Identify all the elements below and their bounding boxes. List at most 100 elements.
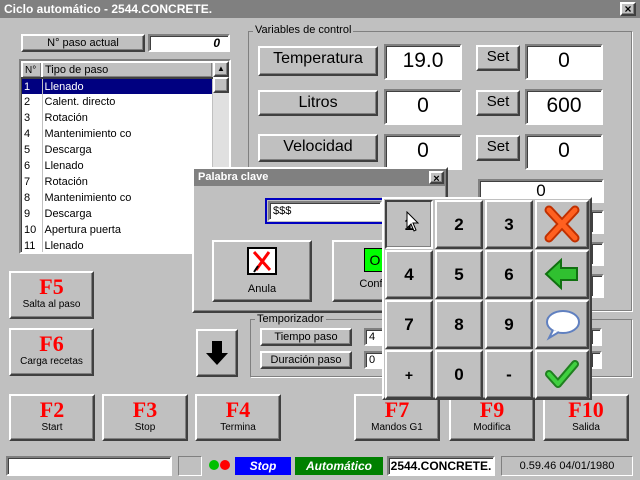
table-row[interactable]: 9 Descarga — [22, 206, 213, 222]
temperatura-value: 19.0 — [384, 44, 462, 80]
row-tipo: Descarga — [42, 206, 213, 222]
table-row[interactable]: 6 Llenado — [22, 158, 213, 174]
status-stop: Stop — [235, 457, 291, 475]
litros-value: 0 — [384, 89, 462, 125]
password-input[interactable]: $$$ — [268, 201, 382, 221]
arrow-left-icon — [544, 257, 578, 291]
key-9[interactable]: 9 — [485, 300, 533, 349]
f4-label: Termina — [220, 422, 256, 433]
f10-button[interactable]: F10 Salida — [543, 394, 629, 441]
table-row[interactable]: 7 Rotación — [22, 174, 213, 190]
table-row[interactable]: 8 Mantenimiento co — [22, 190, 213, 206]
row-number: 7 — [22, 174, 43, 190]
table-row[interactable]: 4 Mantenimiento co — [22, 126, 213, 142]
duracion-paso-label: Duración paso — [260, 351, 352, 369]
key-7[interactable]: 7 — [385, 300, 433, 349]
row-number: 10 — [22, 222, 43, 238]
row-number: 3 — [22, 110, 43, 126]
f6-button[interactable]: F6 Carga recetas — [9, 328, 94, 376]
table-row[interactable]: 2 Calent. directo — [22, 94, 213, 110]
row-tipo: Mantenimiento co — [42, 126, 213, 142]
temperatura-set-button[interactable]: Set — [476, 45, 520, 71]
checkmark-icon — [545, 360, 579, 388]
step-down-button[interactable] — [196, 329, 238, 377]
tiempo-paso-label: Tiempo paso — [260, 328, 352, 346]
row-number: 9 — [22, 206, 43, 222]
row-tipo: Calent. directo — [42, 94, 213, 110]
temperatura-set-value[interactable]: 0 — [525, 44, 603, 80]
key-plus-label: + — [404, 367, 414, 383]
table-row[interactable]: 5 Descarga — [22, 142, 213, 158]
status-mode: Automático — [295, 457, 383, 475]
status-field-blank — [6, 456, 172, 476]
key-8[interactable]: 8 — [435, 300, 483, 349]
key-5[interactable]: 5 — [435, 250, 483, 299]
variables-group-label: Variables de control — [253, 24, 354, 36]
row-number: 2 — [22, 94, 43, 110]
temporizador-label: Temporizador — [255, 313, 326, 325]
key-5-label: 5 — [454, 265, 464, 284]
table-row[interactable]: 1 Llenado — [22, 78, 213, 94]
dialog-title-bar: Palabra clave — [194, 169, 446, 186]
litros-set-value[interactable]: 600 — [525, 89, 603, 125]
f7-label: Mandos G1 — [371, 422, 423, 433]
key-backspace[interactable] — [535, 250, 589, 299]
scroll-thumb[interactable] — [213, 77, 229, 93]
table-row[interactable]: 11 Llenado — [22, 238, 213, 252]
row-tipo: Llenado — [42, 78, 213, 94]
tiempo-paso-value: 4 — [364, 328, 384, 346]
arrow-up-icon: ▲ — [217, 64, 225, 73]
key-plus[interactable]: + — [385, 350, 433, 399]
mouse-pointer-icon — [406, 211, 420, 232]
status-machine: 2544.CONCRETE. — [387, 456, 495, 476]
extra-field-3 — [590, 242, 604, 266]
f7-button[interactable]: F7 Mandos G1 — [354, 394, 440, 441]
status-datetime: 0.59.46 04/01/1980 — [501, 456, 633, 476]
key-clear[interactable] — [535, 200, 589, 249]
paso-actual-value-text: 0 — [213, 36, 220, 50]
speech-bubble-icon — [546, 310, 580, 341]
arrow-down-icon — [206, 341, 228, 365]
row-number: 11 — [22, 238, 43, 252]
key-0[interactable]: 0 — [435, 350, 483, 399]
cancel-icon — [247, 247, 277, 275]
f2-label: Start — [41, 422, 63, 433]
key-6[interactable]: 6 — [485, 250, 533, 299]
key-enter[interactable] — [535, 350, 589, 399]
column-header-tipo[interactable]: Tipo de paso — [41, 61, 213, 79]
table-row[interactable]: 3 Rotación — [22, 110, 213, 126]
row-number: 4 — [22, 126, 43, 142]
step-table: N° Tipo de paso 1 Llenado 2 Calent. direct… — [21, 61, 213, 252]
temperatura-label: Temperatura — [258, 46, 378, 76]
duracion-paso-value: 0 — [364, 351, 384, 369]
f7-key: F7 — [384, 397, 410, 422]
row-number: 6 — [22, 158, 43, 174]
dialog-close-button[interactable]: × — [429, 171, 444, 185]
f9-button[interactable]: F9 Modifica — [449, 394, 535, 441]
f5-button[interactable]: F5 Salta al paso — [9, 271, 94, 319]
key-2-label: 2 — [454, 215, 464, 234]
f9-key: F9 — [479, 397, 505, 422]
key-minus[interactable]: - — [485, 350, 533, 399]
table-row[interactable]: 10 Apertura puerta — [22, 222, 213, 238]
key-4[interactable]: 4 — [385, 250, 433, 299]
clear-x-icon — [544, 205, 580, 243]
f2-key: F2 — [39, 397, 65, 422]
key-comment[interactable] — [535, 300, 589, 349]
f10-label: Salida — [572, 422, 600, 433]
row-tipo: Descarga — [42, 142, 213, 158]
anula-button[interactable]: Anula — [212, 240, 312, 302]
column-header-number[interactable]: N° — [21, 61, 43, 79]
velocidad-set-value[interactable]: 0 — [525, 134, 603, 170]
close-window-button[interactable]: × — [620, 2, 636, 16]
key-2[interactable]: 2 — [435, 200, 483, 249]
row-tipo: Mantenimiento co — [42, 190, 213, 206]
f2-button[interactable]: F2 Start — [9, 394, 95, 441]
litros-set-button[interactable]: Set — [476, 90, 520, 116]
f4-button[interactable]: F4 Termina — [195, 394, 281, 441]
anula-label: Anula — [247, 283, 277, 295]
scroll-up-button[interactable]: ▲ — [213, 61, 229, 77]
velocidad-set-button[interactable]: Set — [476, 135, 520, 161]
key-3[interactable]: 3 — [485, 200, 533, 249]
f3-button[interactable]: F3 Stop — [102, 394, 188, 441]
